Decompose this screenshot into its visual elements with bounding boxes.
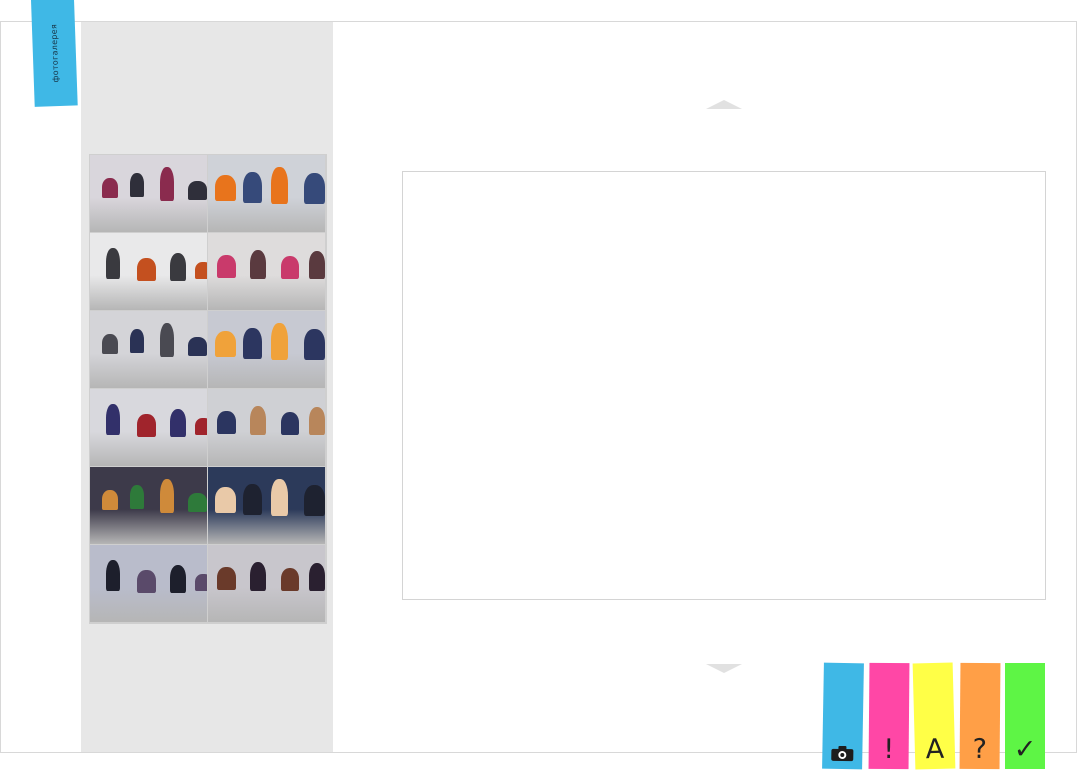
tab-text[interactable]: A [912, 662, 956, 770]
gallery-thumbnail[interactable] [90, 389, 207, 466]
photo-viewer [402, 171, 1046, 600]
tab-question[interactable]: ? [959, 662, 1001, 770]
checkmark-icon: ✓ [1013, 734, 1037, 765]
question-icon: ? [972, 733, 988, 766]
gallery-thumbnail[interactable] [90, 545, 207, 622]
tab-photo[interactable] [822, 662, 864, 770]
gallery-thumbnail[interactable] [90, 311, 207, 388]
gallery-thumbnail[interactable] [208, 233, 325, 310]
gallery-thumbnail[interactable] [208, 311, 325, 388]
gallery-thumbnail[interactable] [208, 389, 325, 466]
gallery-bookmark[interactable]: фотогалерея [31, 0, 78, 107]
gallery-thumbnail[interactable] [208, 467, 325, 544]
tab-check[interactable]: ✓ [1005, 663, 1045, 769]
gallery-thumbnail[interactable] [90, 233, 207, 310]
gallery-thumbnail[interactable] [208, 155, 325, 232]
scroll-up-arrow-icon[interactable] [706, 100, 742, 109]
gallery-thumbnail[interactable] [90, 155, 207, 232]
thumbnail-grid [89, 154, 327, 624]
exclamation-icon: ! [883, 733, 895, 766]
gallery-thumbnail[interactable] [90, 467, 207, 544]
tab-notice[interactable]: ! [868, 662, 910, 770]
bookmark-label: фотогалерея [48, 23, 60, 83]
letter-a-icon: A [925, 733, 945, 766]
gallery-thumbnail[interactable] [208, 545, 325, 622]
camera-icon [831, 745, 854, 762]
scroll-down-arrow-icon[interactable] [706, 664, 742, 673]
